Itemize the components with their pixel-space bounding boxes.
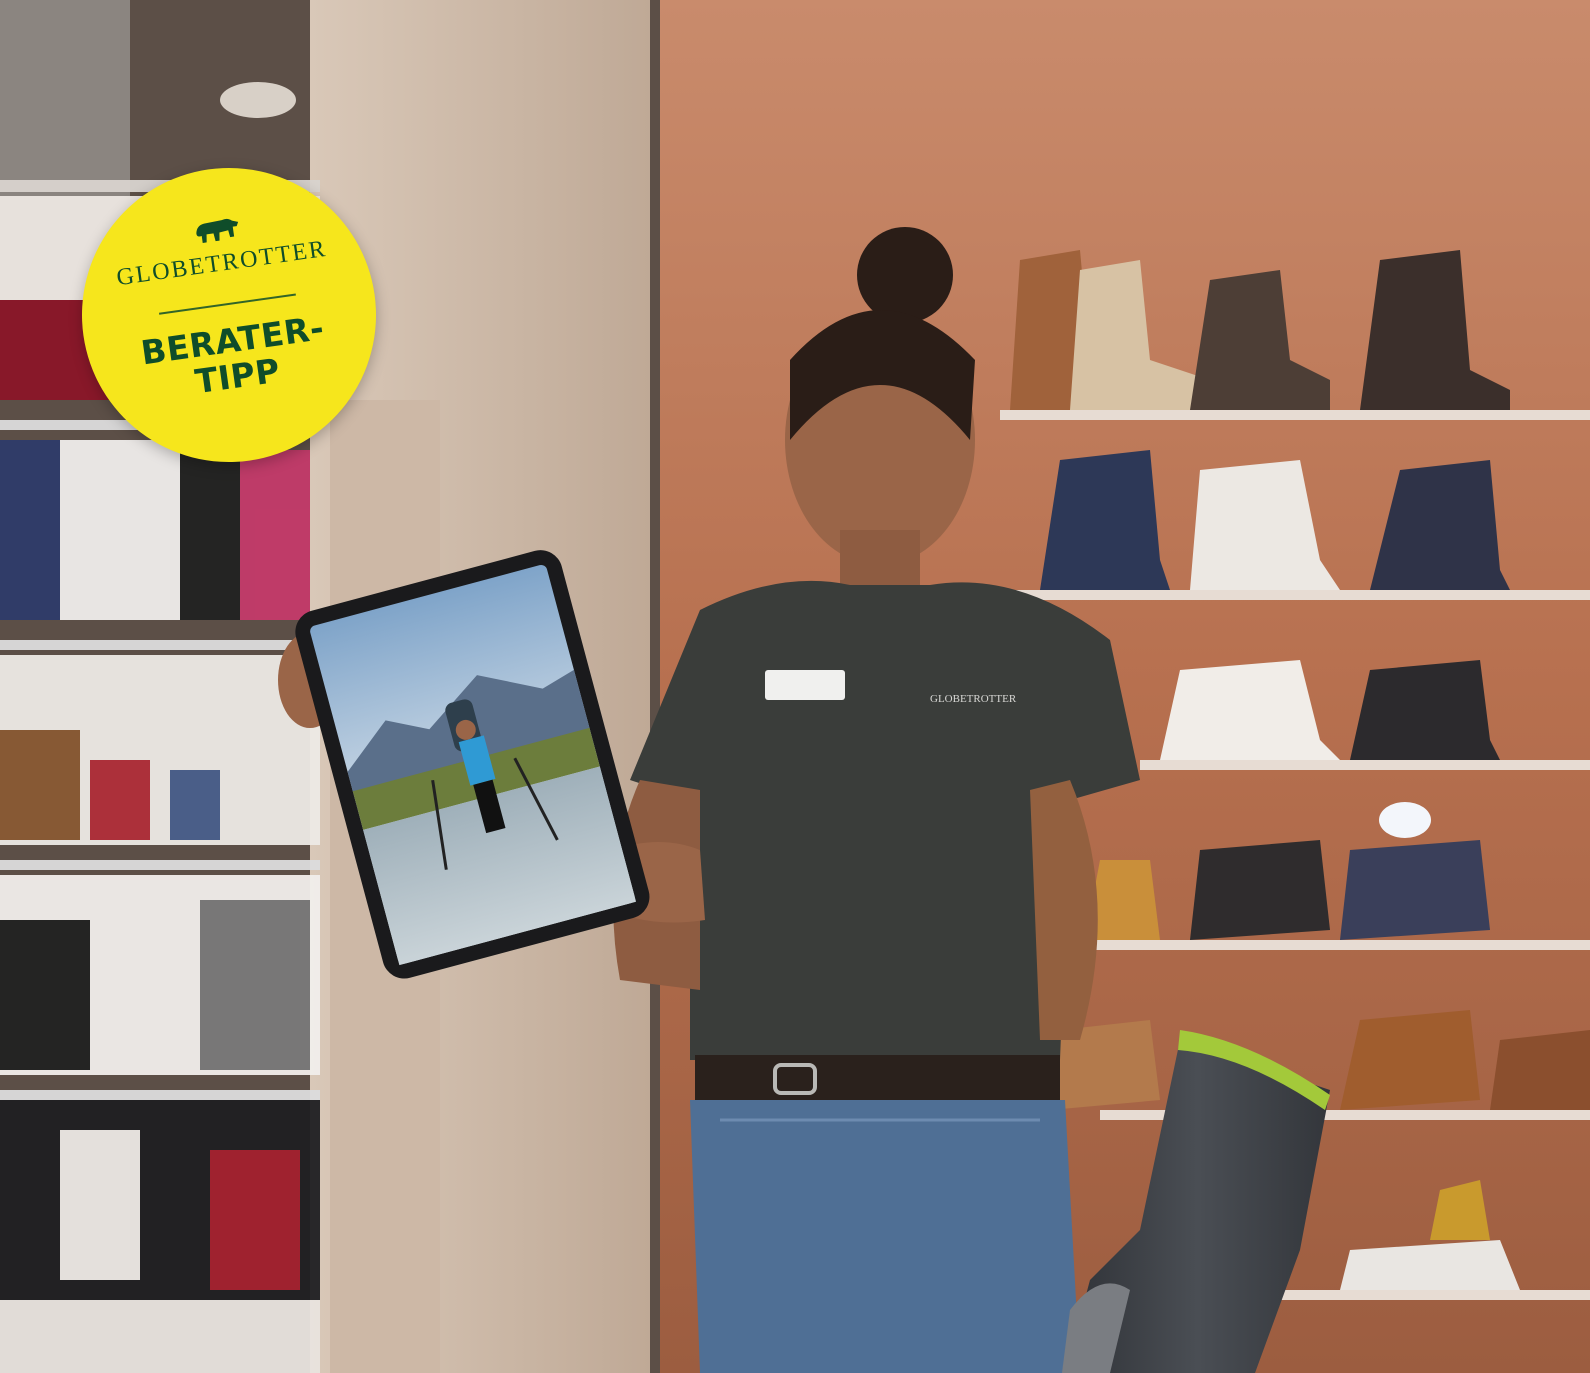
name-tag xyxy=(765,670,845,700)
svg-text:GLOBETROTTER: GLOBETROTTER xyxy=(930,693,1017,705)
badge-title-line2: TIPP xyxy=(192,350,283,402)
bear-icon xyxy=(196,218,239,243)
divider xyxy=(159,293,296,315)
